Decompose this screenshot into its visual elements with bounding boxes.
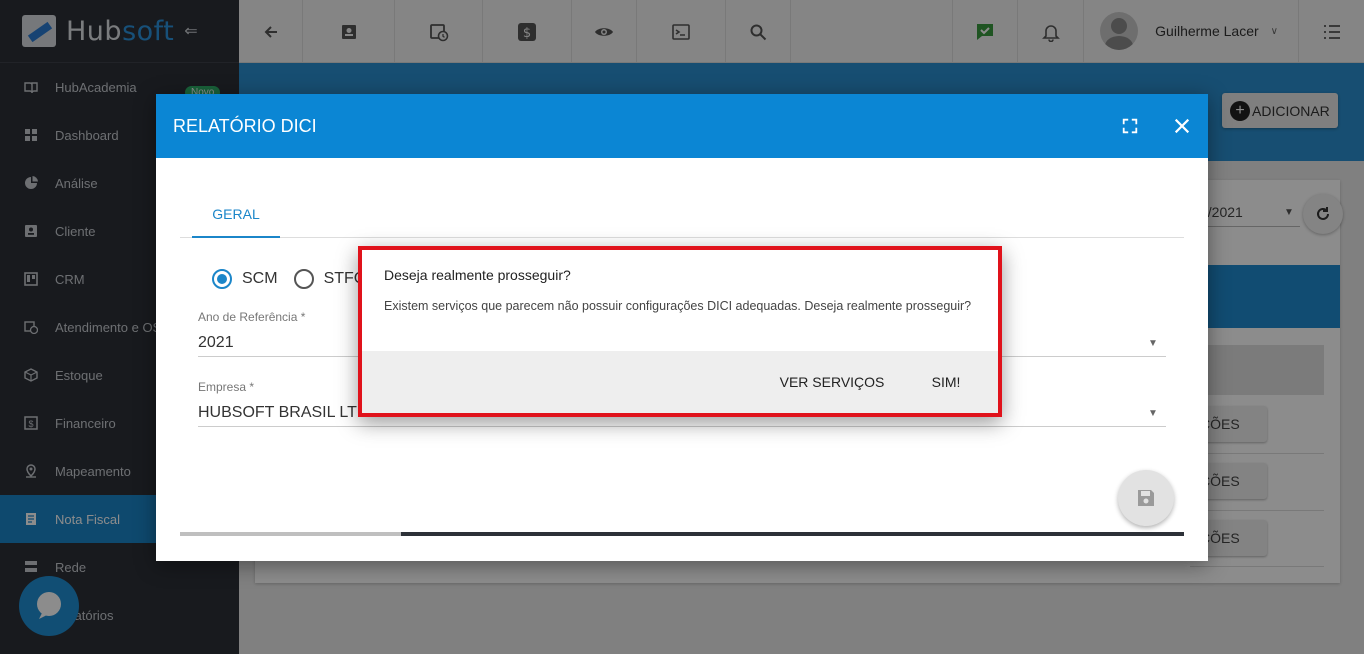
- radio-scm-label: SCM: [242, 270, 278, 287]
- confirm-dialog: Deseja realmente prosseguir? Existem ser…: [358, 246, 1002, 417]
- tab-bar: GERAL: [180, 196, 1184, 238]
- tab-geral[interactable]: GERAL: [192, 196, 280, 238]
- confirm-actions: VER SERVIÇOS SIM!: [362, 351, 998, 413]
- close-icon[interactable]: [1156, 94, 1208, 158]
- confirm-message: Existem serviços que parecem não possuir…: [384, 299, 972, 313]
- progress-fill: [180, 532, 401, 536]
- confirm-yes-button[interactable]: SIM!: [918, 365, 974, 399]
- radio-stfc[interactable]: [293, 269, 314, 289]
- modal-header: RELATÓRIO DICI: [156, 94, 1208, 158]
- service-type-radio-group: SCM STFC: [212, 269, 381, 289]
- modal-title: RELATÓRIO DICI: [173, 115, 317, 136]
- company-dropdown-icon: ▼: [1148, 408, 1158, 419]
- year-dropdown-icon: ▼: [1148, 338, 1158, 349]
- save-icon: [1138, 490, 1154, 506]
- progress-bar: [180, 532, 1184, 536]
- confirm-title: Deseja realmente prosseguir?: [384, 267, 571, 283]
- radio-scm[interactable]: [212, 269, 232, 289]
- save-button[interactable]: [1118, 470, 1174, 526]
- view-services-button[interactable]: VER SERVIÇOS: [772, 365, 892, 399]
- fullscreen-icon[interactable]: [1104, 94, 1156, 158]
